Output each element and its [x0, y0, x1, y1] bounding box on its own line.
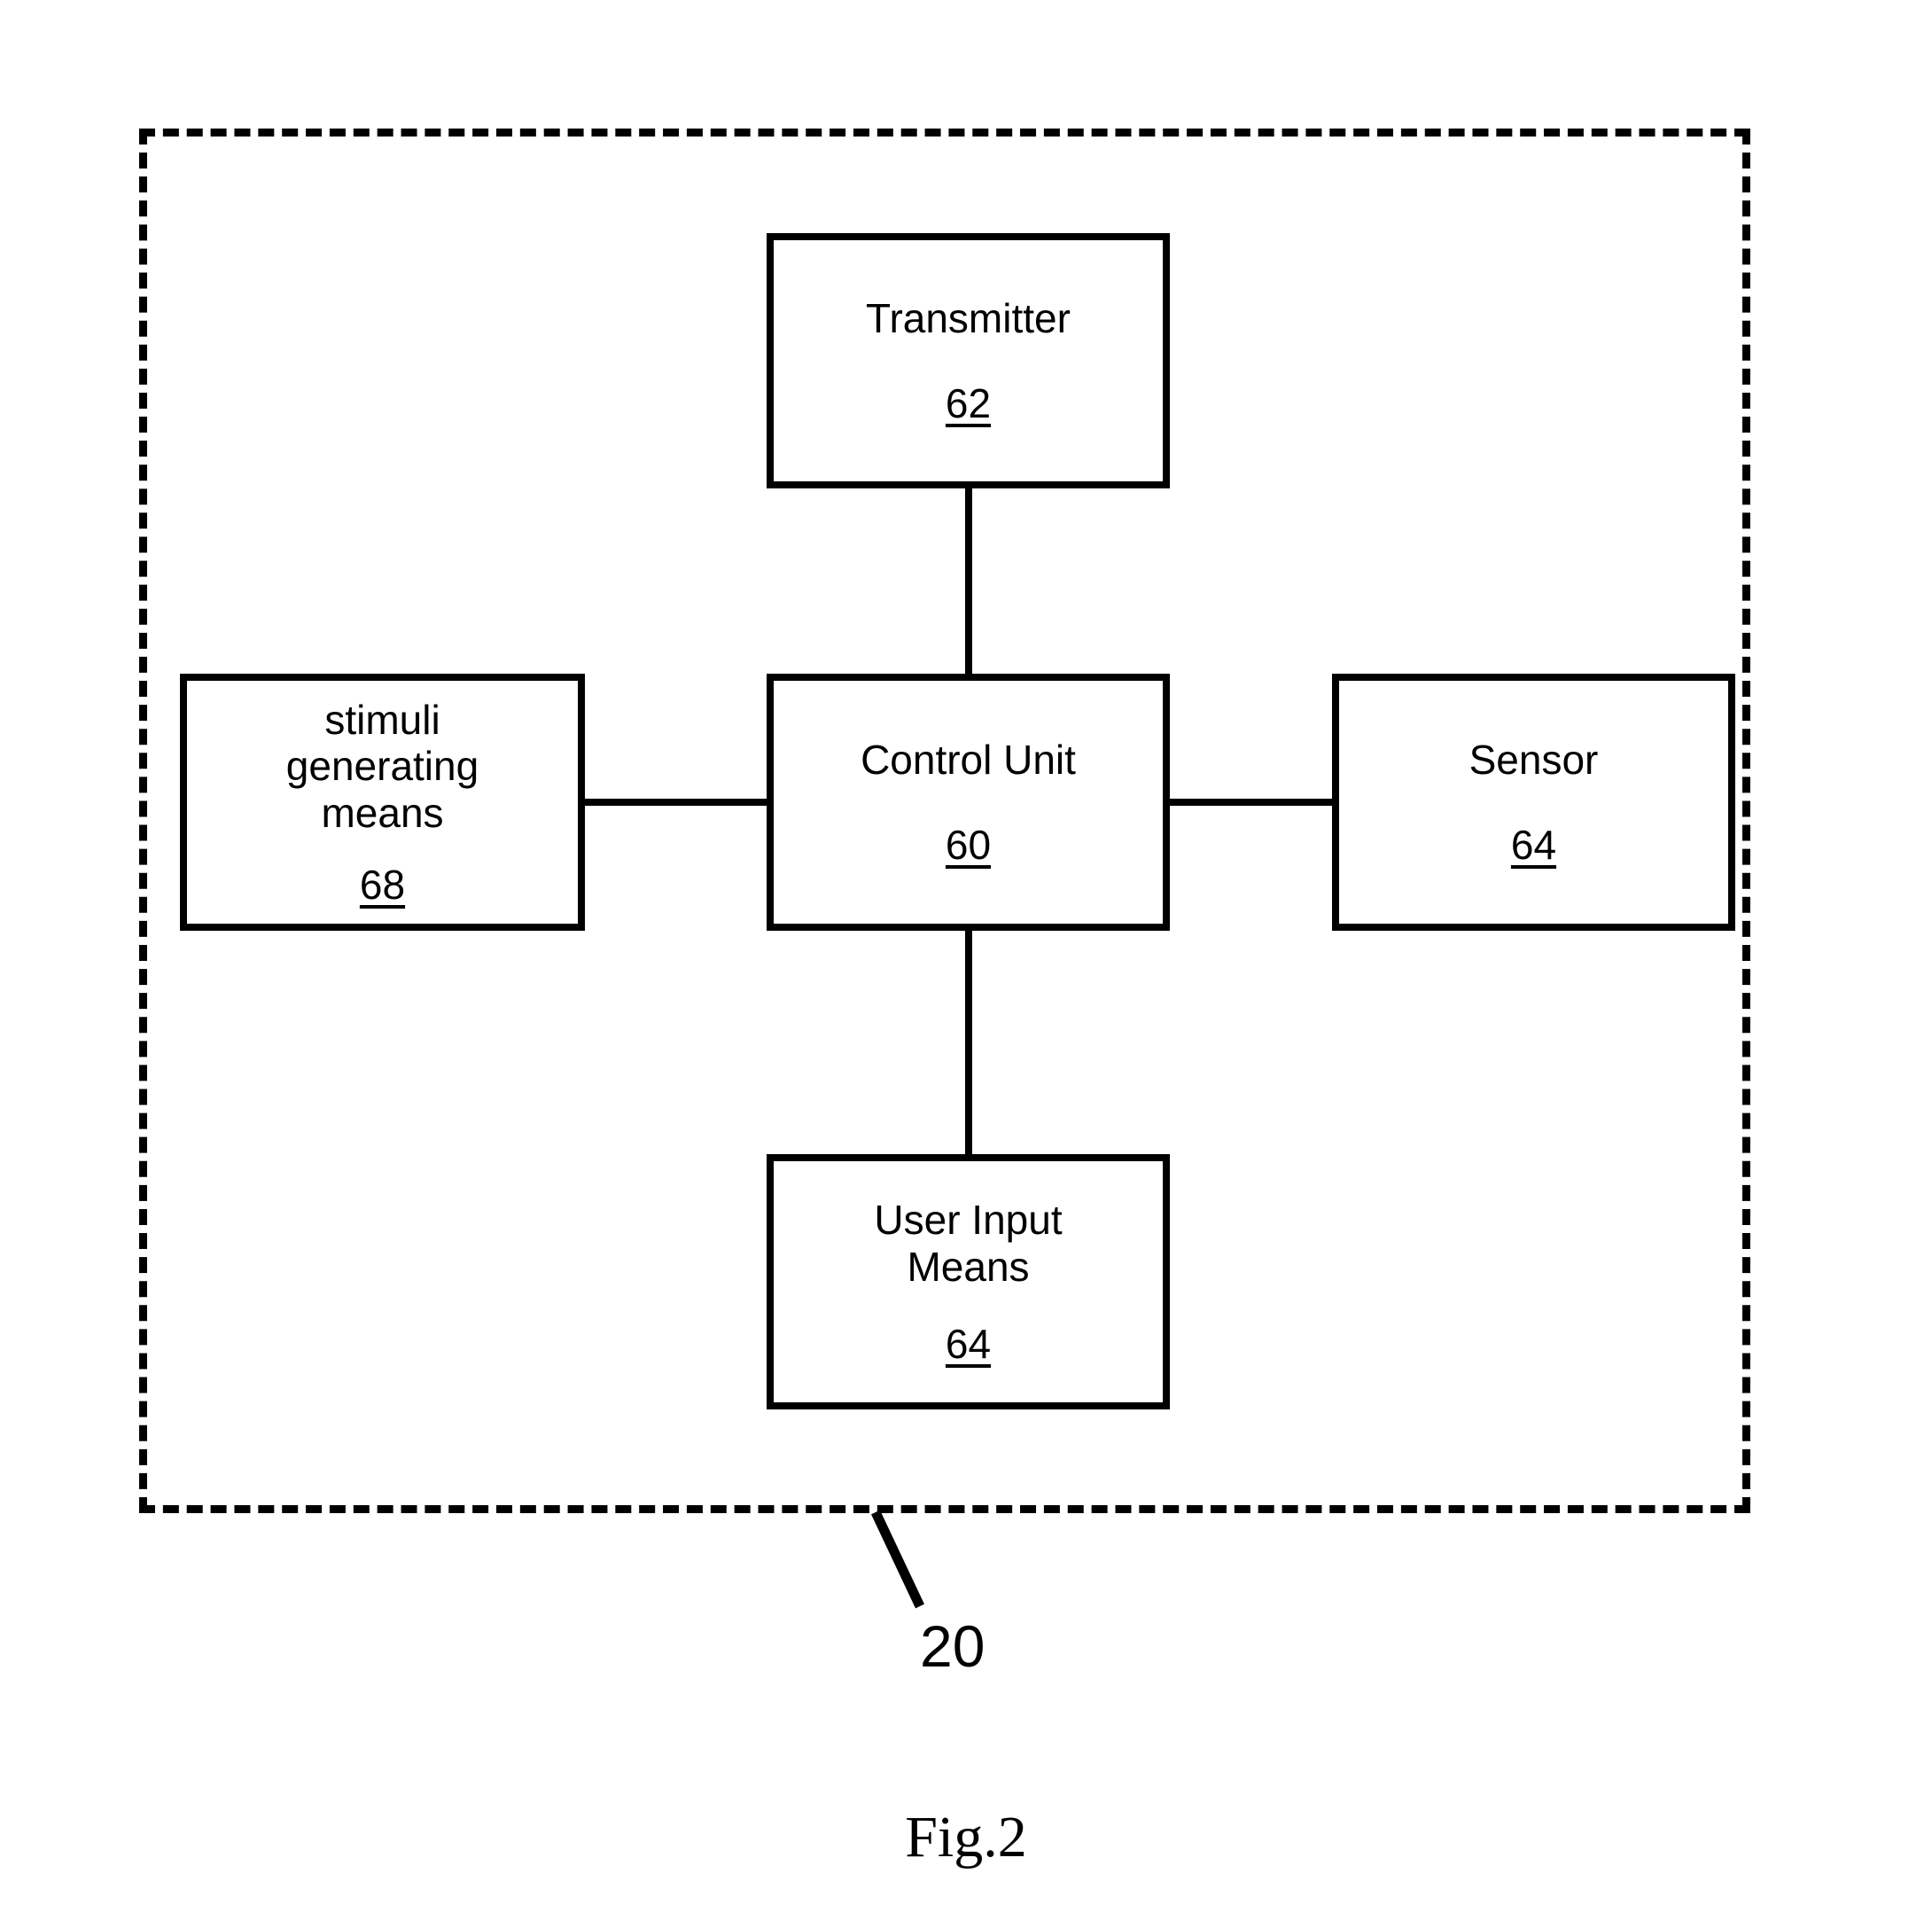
block-user-input-means: User Input Means 64 [767, 1154, 1170, 1409]
connector-control-unit-to-sensor [1164, 799, 1338, 806]
connector-stimuli-generating-means-to-control-unit [580, 799, 773, 806]
connector-transmitter-to-control-unit [965, 483, 972, 680]
block-stimuli-generating-means-label: stimuli generating means [285, 697, 479, 836]
connector-control-unit-to-user-input-means [965, 925, 972, 1160]
reference-numeral-20: 20 [920, 1613, 985, 1679]
block-control-unit-label: Control Unit [861, 737, 1076, 784]
block-sensor: Sensor 64 [1332, 674, 1735, 931]
figure-caption: Fig.2 [905, 1805, 1027, 1869]
block-sensor-label: Sensor [1468, 737, 1599, 784]
block-transmitter: Transmitter 62 [767, 233, 1170, 488]
leader-line-icon [871, 1510, 924, 1609]
block-transmitter-reference: 62 [945, 379, 992, 426]
block-user-input-means-reference: 64 [945, 1321, 992, 1368]
block-transmitter-label: Transmitter [866, 295, 1071, 342]
block-stimuli-generating-means: stimuli generating means 68 [180, 674, 585, 931]
block-user-input-means-label: User Input Means [874, 1197, 1063, 1290]
block-control-unit: Control Unit 60 [767, 674, 1170, 931]
block-stimuli-generating-means-reference: 68 [359, 862, 406, 909]
block-sensor-reference: 64 [1510, 821, 1557, 868]
figure-canvas: Transmitter 62 stimuli generating means … [0, 0, 1932, 1928]
block-control-unit-reference: 60 [945, 821, 992, 868]
